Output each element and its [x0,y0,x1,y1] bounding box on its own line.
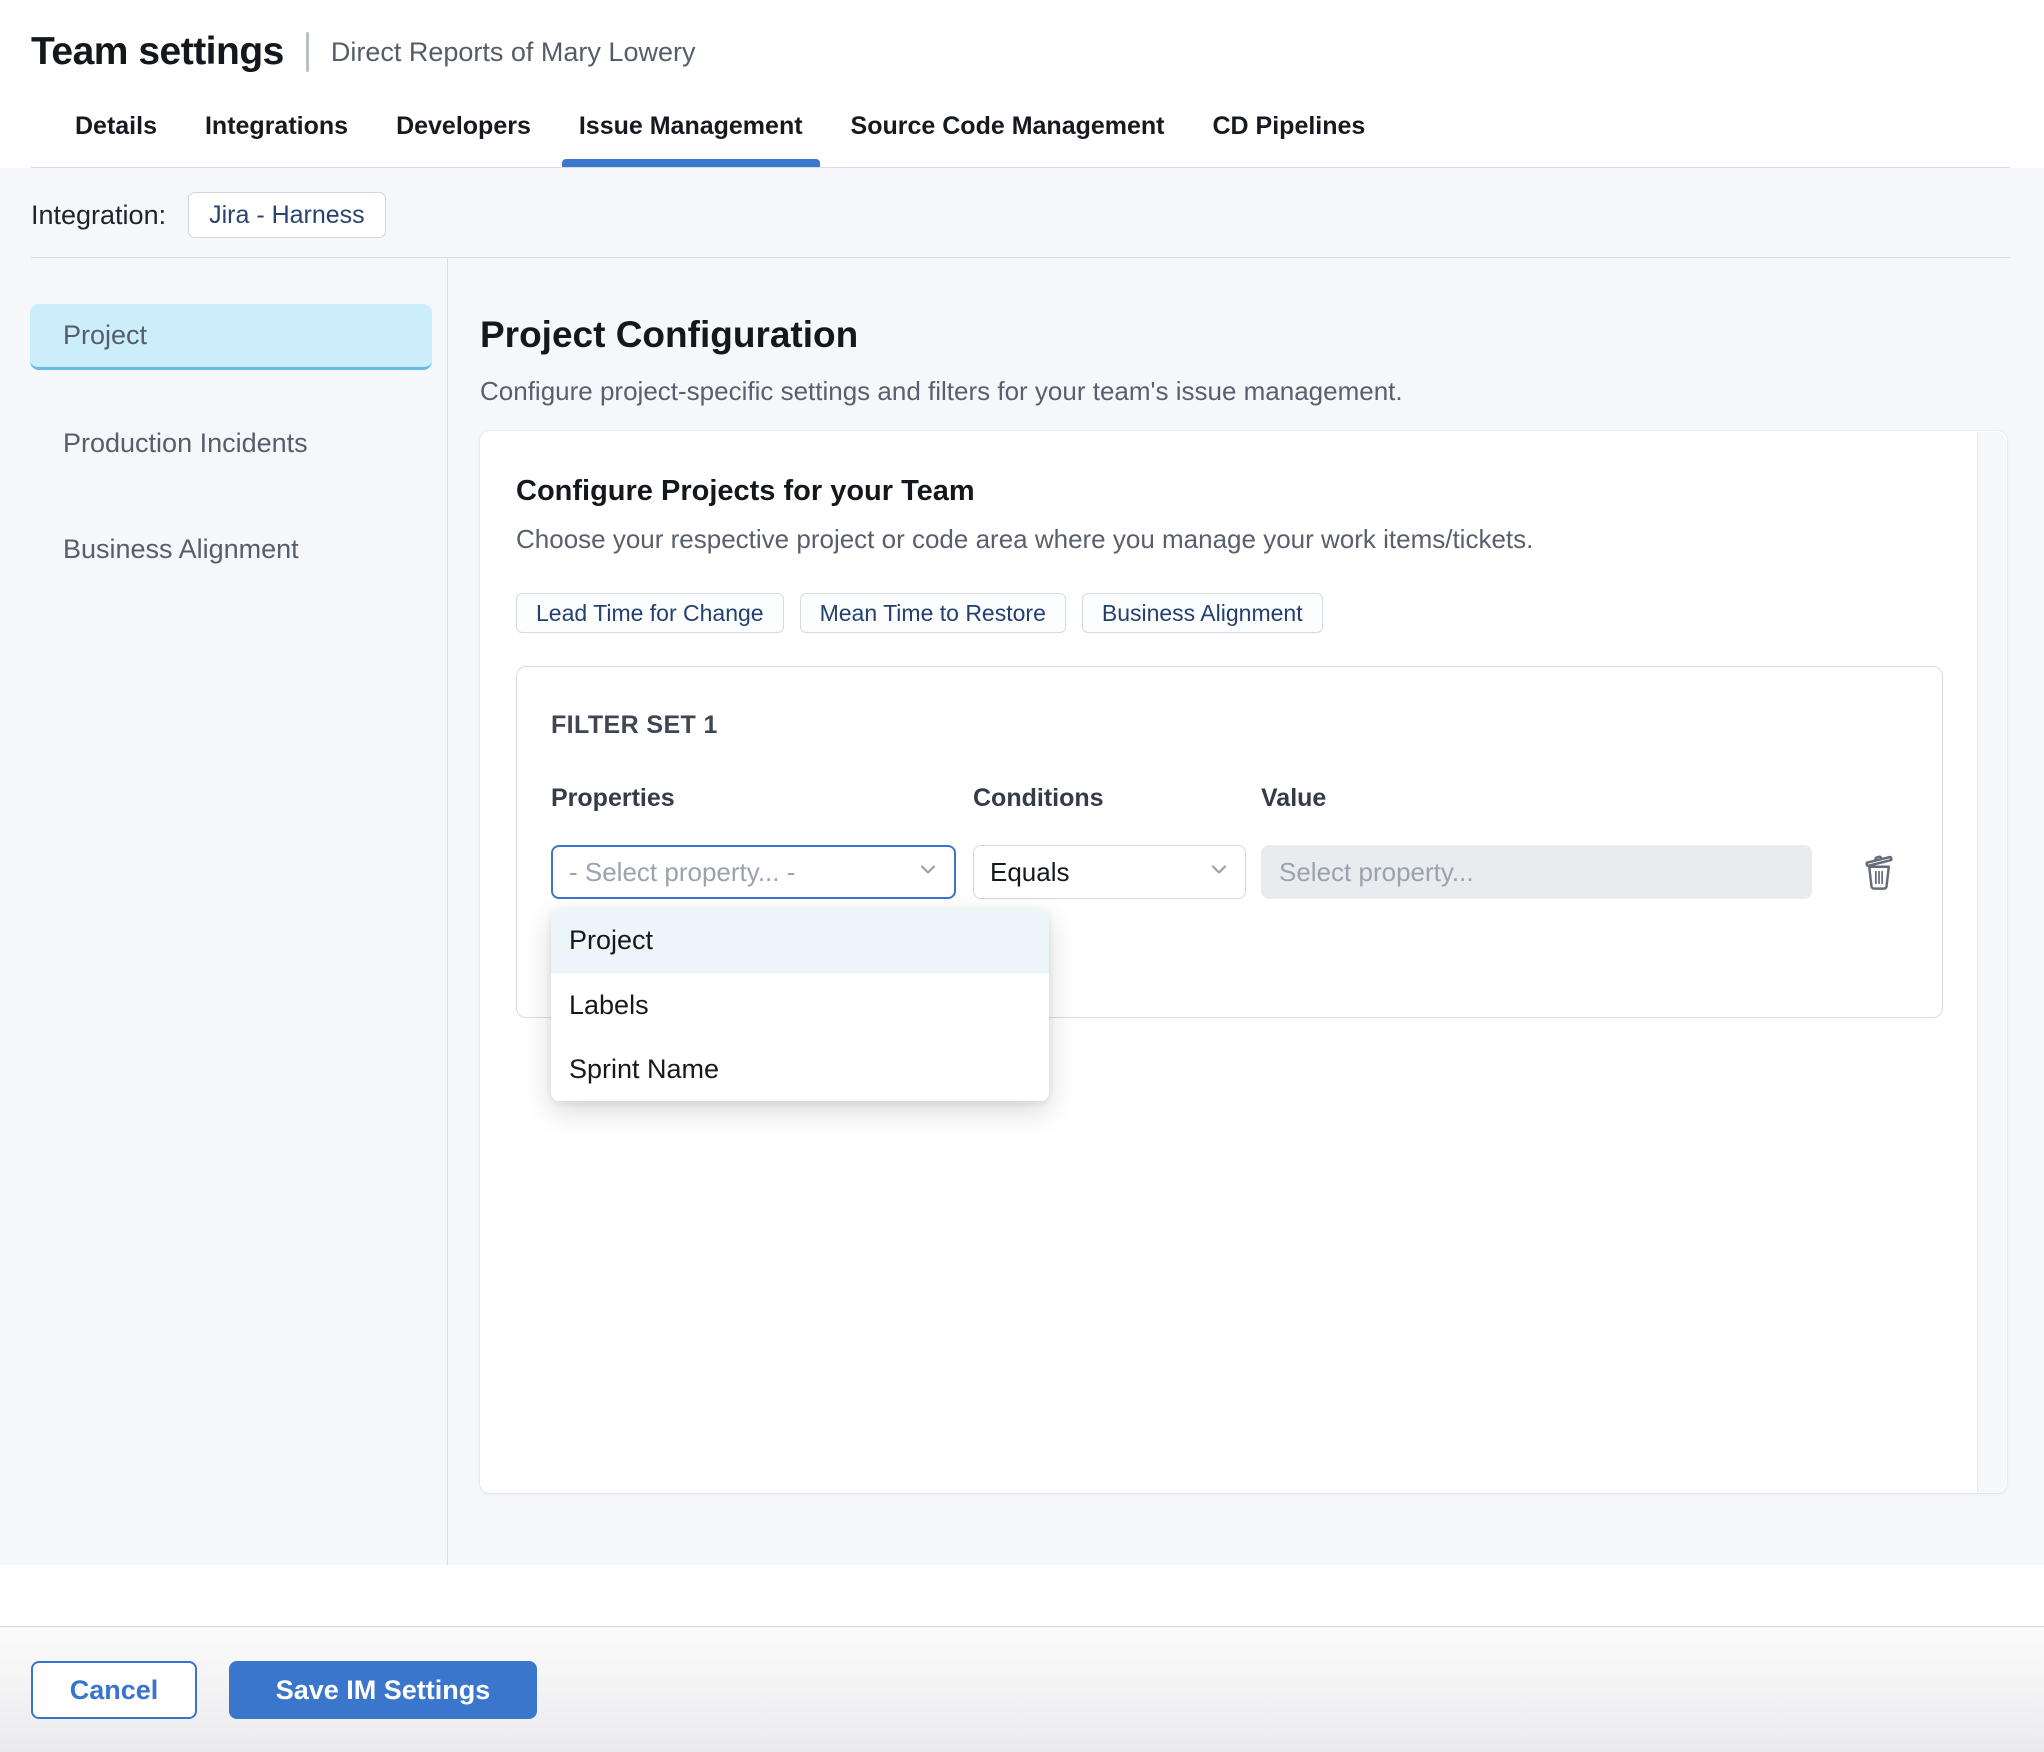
tab-developers[interactable]: Developers [396,112,531,167]
dropdown-option-sprint-name[interactable]: Sprint Name [551,1037,1049,1101]
trash-icon [1858,855,1900,898]
delete-filter-button[interactable] [1858,849,1900,895]
chip-business-alignment[interactable]: Business Alignment [1081,593,1323,633]
dropdown-option-labels[interactable]: Labels [551,973,1049,1037]
value-column-label: Value [1261,784,1327,812]
main-panel: Project Configuration Configure project-… [448,258,2044,1565]
tab-cd-pipelines[interactable]: CD Pipelines [1213,112,1366,167]
card-description: Choose your respective project or code a… [516,524,1534,554]
dropdown-option-project[interactable]: Project [551,909,1049,973]
value-input[interactable] [1261,845,1812,899]
tab-source-code-management[interactable]: Source Code Management [851,112,1165,167]
tab-integrations[interactable]: Integrations [205,112,348,167]
filter-set-title: FILTER SET 1 [551,711,718,739]
page-title: Team settings [31,30,284,73]
chip-lead-time-for-change[interactable]: Lead Time for Change [516,593,784,633]
property-select[interactable]: - Select property... - Project Labels Sp… [551,845,1049,1101]
chip-mean-time-to-restore[interactable]: Mean Time to Restore [799,593,1066,633]
properties-column-label: Properties [551,784,675,812]
property-select-placeholder: - Select property... - [569,856,796,887]
project-config-card: Configure Projects for your Team Choose … [480,431,2007,1493]
title-divider [305,32,309,72]
cancel-button[interactable]: Cancel [31,1661,197,1719]
chevron-down-icon [916,857,940,888]
chevron-down-icon [1207,857,1231,888]
tab-details[interactable]: Details [75,112,157,167]
sidebar-item-production-incidents[interactable]: Production Incidents [30,410,432,476]
save-im-settings-button[interactable]: Save IM Settings [229,1661,537,1719]
condition-select-value: Equals [990,856,1070,887]
content-area: Project Production Incidents Business Al… [0,258,2044,1565]
sidebar-item-project[interactable]: Project [30,304,432,370]
filter-controls-row: - Select property... - Project Labels Sp… [551,845,1908,1101]
section-description: Configure project-specific settings and … [480,376,1403,406]
section-title: Project Configuration [480,314,859,355]
card-scrollbar-gutter[interactable] [1977,432,2006,1492]
integration-row: Integration: Jira - Harness [0,168,2044,238]
integration-chip[interactable]: Jira - Harness [188,192,386,238]
page-subtitle: Direct Reports of Mary Lowery [330,36,696,67]
tab-bar: Details Integrations Developers Issue Ma… [31,112,2010,168]
title-row: Team settings Direct Reports of Mary Low… [31,30,2010,74]
page-header: Team settings Direct Reports of Mary Low… [0,0,2044,168]
footer-bar: Cancel Save IM Settings [0,1626,2044,1752]
condition-select[interactable]: Equals [973,845,1246,899]
metric-chips-row: Lead Time for Change Mean Time to Restor… [516,593,1971,633]
settings-sidebar: Project Production Incidents Business Al… [0,258,448,1565]
filter-column-labels: Properties Conditions Value [551,784,1908,813]
property-dropdown: Project Labels Sprint Name [551,909,1049,1101]
filter-set-box: FILTER SET 1 Properties Conditions Value… [516,666,1943,1101]
tab-issue-management[interactable]: Issue Management [561,112,820,167]
sidebar-item-business-alignment[interactable]: Business Alignment [30,516,432,582]
card-title: Configure Projects for your Team [516,475,975,507]
integration-label: Integration: [31,199,167,230]
body-region: Integration: Jira - Harness Project Prod… [0,168,2044,1565]
conditions-column-label: Conditions [973,784,1104,812]
